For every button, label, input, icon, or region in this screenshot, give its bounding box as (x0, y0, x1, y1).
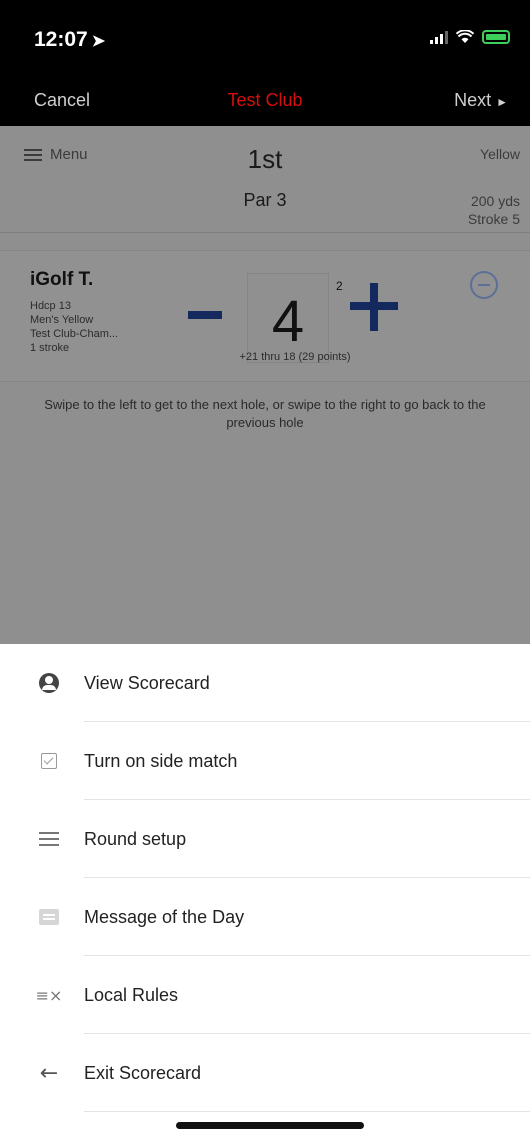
more-options-button[interactable] (470, 271, 498, 299)
menu-item-label: Round setup (84, 828, 187, 849)
hole-header: Menu 1st Par 3 Yellow 200 yds Stroke 5 (0, 126, 530, 233)
clock-text: 12:07 (34, 28, 88, 51)
score-value: 4 (271, 289, 305, 354)
tee-color: Yellow (480, 146, 520, 162)
tune-icon (38, 828, 60, 850)
hole-yards: 200 yds (470, 193, 520, 209)
player-handicap: Hdcp 13 (30, 300, 71, 312)
battery-icon (482, 30, 510, 44)
next-button[interactable]: Next ► (454, 90, 508, 111)
rules-icon: ≡× (35, 985, 63, 1005)
message-of-day-item[interactable]: Message of the Day (0, 878, 530, 956)
local-rules-item[interactable]: ≡× Local Rules (0, 956, 530, 1034)
status-icons (430, 29, 510, 44)
status-bar: 12:07 ➤ (0, 0, 530, 80)
divider (84, 1111, 530, 1112)
player-course: Test Club-Cham... (30, 328, 119, 340)
player-row: iGolf T. Hdcp 13 Men's Yellow Test Club-… (0, 250, 530, 382)
swipe-hint: Swipe to the left to get to the next hol… (44, 397, 486, 430)
nav-title: Test Club (227, 90, 303, 110)
score-superscript: 2 (336, 279, 343, 293)
side-match-item[interactable]: Turn on side match (0, 722, 530, 800)
message-icon (38, 906, 60, 928)
player-strokes: 1 stroke (30, 342, 70, 354)
player-tees: Men's Yellow (30, 314, 94, 326)
menu-item-label: View Scorecard (84, 672, 210, 693)
exit-scorecard-item[interactable]: ← Exit Scorecard (0, 1034, 530, 1112)
increase-score-button[interactable] (350, 283, 398, 331)
hole-stroke-index: Stroke 5 (467, 211, 520, 227)
menu-item-label: Local Rules (84, 984, 179, 1005)
menu-item-label: Turn on side match (84, 750, 238, 771)
decrease-score-button[interactable] (188, 311, 222, 319)
account-circle-icon (38, 672, 60, 694)
score-summary: +21 thru 18 (29 points) (239, 351, 351, 363)
play-arrow-icon: ► (496, 95, 508, 109)
next-label: Next (454, 90, 492, 110)
checkbox-icon (38, 750, 60, 772)
status-time: 12:07 ➤ (34, 28, 105, 52)
player-name: iGolf T. (30, 269, 94, 290)
view-scorecard-item[interactable]: View Scorecard (0, 644, 530, 722)
arrow-left-icon: ← (39, 1060, 59, 1086)
action-sheet: View Scorecard Turn on side match Round … (0, 644, 530, 1140)
home-indicator (176, 1122, 364, 1129)
scorecard-area: Menu 1st Par 3 Yellow 200 yds Stroke 5 i… (0, 126, 530, 646)
round-setup-item[interactable]: Round setup (0, 800, 530, 878)
hole-par: Par 3 (243, 190, 287, 210)
hole-info: 200 yds Stroke 5 (468, 192, 520, 228)
player-details: Hdcp 13 Men's Yellow Test Club-Cham... 1… (30, 299, 118, 355)
hole-number: 1st (247, 144, 283, 174)
location-arrow-icon: ➤ (91, 33, 106, 50)
nav-bar: Cancel Test Club Next ► (0, 80, 530, 126)
score-box[interactable]: 4 (247, 273, 329, 363)
cellular-signal-icon (430, 30, 448, 44)
menu-item-label: Exit Scorecard (84, 1062, 202, 1083)
minus-icon (478, 284, 490, 286)
menu-item-label: Message of the Day (84, 906, 245, 927)
wifi-icon (455, 29, 475, 44)
